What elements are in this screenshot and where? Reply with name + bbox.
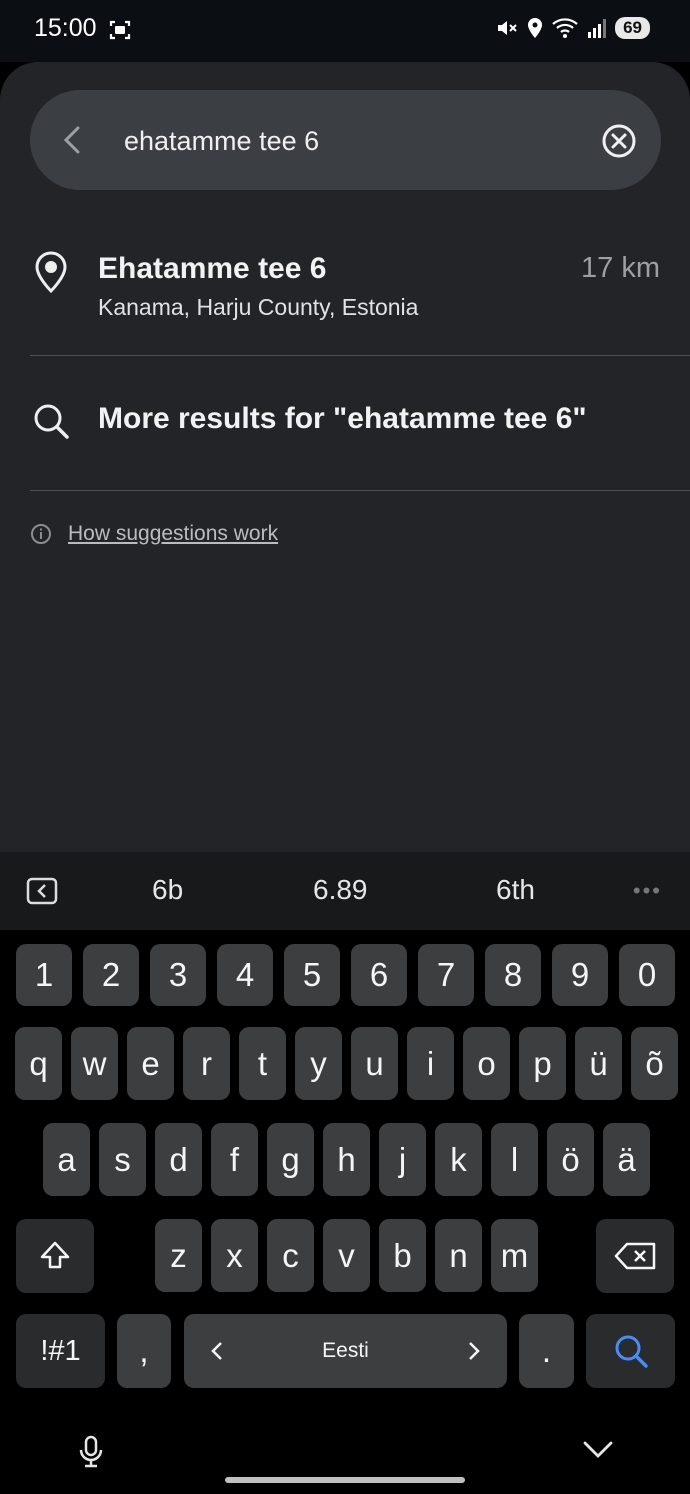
keyboard: 1234567890 qwertyuiopüõ asdfghjklöä zxcv… <box>0 930 690 1494</box>
battery-indicator: 69 <box>615 17 650 39</box>
key-n[interactable]: n <box>435 1219 482 1292</box>
key-s[interactable]: s <box>99 1123 146 1196</box>
home-indicator[interactable] <box>225 1477 465 1483</box>
info-icon <box>31 524 51 544</box>
comma-key[interactable]: , <box>117 1314 171 1388</box>
mute-icon <box>498 21 517 35</box>
how-suggestions-link[interactable]: How suggestions work <box>68 522 278 546</box>
period-key[interactable]: . <box>519 1314 574 1388</box>
key-5[interactable]: 5 <box>284 944 340 1006</box>
result-address: Kanama, Harju County, Estonia <box>98 294 419 320</box>
key-h[interactable]: h <box>323 1123 370 1196</box>
search-input[interactable] <box>122 114 566 168</box>
suggestion-1[interactable]: 6b <box>152 874 183 906</box>
search-bar <box>30 90 661 190</box>
suggestion-2[interactable]: 6.89 <box>313 874 368 906</box>
key-4[interactable]: 4 <box>217 944 273 1006</box>
location-pin-icon <box>35 251 67 294</box>
how-suggestions-work: How suggestions work <box>30 522 278 546</box>
key-2[interactable]: 2 <box>83 944 139 1006</box>
key-o[interactable]: o <box>463 1027 510 1100</box>
key-ö[interactable]: ö <box>547 1123 594 1196</box>
key-3[interactable]: 3 <box>150 944 206 1006</box>
key-l[interactable]: l <box>491 1123 538 1196</box>
key-ü[interactable]: ü <box>575 1027 622 1100</box>
divider <box>30 490 690 491</box>
key-y[interactable]: y <box>295 1027 342 1100</box>
key-1[interactable]: 1 <box>16 944 72 1006</box>
key-c[interactable]: c <box>267 1219 314 1292</box>
keyboard-suggestion-bar: 6b 6.89 6th ••• <box>0 852 690 930</box>
wifi-icon <box>552 18 578 38</box>
key-ä[interactable]: ä <box>603 1123 650 1196</box>
key-0[interactable]: 0 <box>619 944 675 1006</box>
chevron-right-icon <box>469 1342 480 1360</box>
more-results-item[interactable]: More results for "ehatamme tee 6" <box>0 374 690 494</box>
key-7[interactable]: 7 <box>418 944 474 1006</box>
backspace-icon <box>614 1242 656 1270</box>
screenshot-icon <box>109 20 131 40</box>
microphone-icon[interactable] <box>78 1435 104 1469</box>
key-v[interactable]: v <box>323 1219 370 1292</box>
search-key[interactable] <box>586 1314 675 1388</box>
key-w[interactable]: w <box>71 1027 118 1100</box>
key-b[interactable]: b <box>379 1219 426 1292</box>
more-options-icon[interactable]: ••• <box>633 878 662 904</box>
key-f[interactable]: f <box>211 1123 258 1196</box>
backspace-key[interactable] <box>596 1219 674 1293</box>
key-g[interactable]: g <box>267 1123 314 1196</box>
search-sheet: Ehatamme tee 6 Kanama, Harju County, Est… <box>0 62 690 852</box>
key-t[interactable]: t <box>239 1027 286 1100</box>
keyboard-toolbar-back-icon[interactable] <box>26 877 58 905</box>
key-x[interactable]: x <box>211 1219 258 1292</box>
hide-keyboard-icon[interactable] <box>582 1440 614 1460</box>
divider <box>30 355 690 356</box>
key-k[interactable]: k <box>435 1123 482 1196</box>
key-d[interactable]: d <box>155 1123 202 1196</box>
signal-icon <box>588 19 607 38</box>
search-key-icon <box>615 1335 648 1368</box>
chevron-left-icon <box>211 1342 222 1360</box>
key-p[interactable]: p <box>519 1027 566 1100</box>
more-results-label: More results for "ehatamme tee 6" <box>98 402 587 435</box>
result-distance: 17 km <box>581 252 660 284</box>
space-key-label: Eesti <box>322 1339 369 1362</box>
suggestion-3[interactable]: 6th <box>496 874 535 906</box>
key-q[interactable]: q <box>15 1027 62 1100</box>
space-key[interactable]: Eesti <box>184 1314 507 1388</box>
key-9[interactable]: 9 <box>552 944 608 1006</box>
location-icon <box>528 18 543 38</box>
key-j[interactable]: j <box>379 1123 426 1196</box>
search-icon <box>34 404 69 439</box>
key-u[interactable]: u <box>351 1027 398 1100</box>
key-z[interactable]: z <box>155 1219 202 1292</box>
search-result-item[interactable]: Ehatamme tee 6 Kanama, Harju County, Est… <box>0 238 690 356</box>
key-r[interactable]: r <box>183 1027 230 1100</box>
key-e[interactable]: e <box>127 1027 174 1100</box>
shift-icon <box>40 1241 70 1269</box>
status-time: 15:00 <box>34 14 97 42</box>
result-title: Ehatamme tee 6 <box>98 252 327 285</box>
clear-search-icon[interactable] <box>601 123 637 159</box>
key-i[interactable]: i <box>407 1027 454 1100</box>
key-6[interactable]: 6 <box>351 944 407 1006</box>
symbols-key[interactable]: !#1 <box>16 1314 105 1388</box>
status-bar: 15:00 69 <box>0 0 690 62</box>
shift-key[interactable] <box>16 1219 94 1293</box>
key-8[interactable]: 8 <box>485 944 541 1006</box>
key-m[interactable]: m <box>491 1219 538 1292</box>
key-a[interactable]: a <box>43 1123 90 1196</box>
back-arrow-icon[interactable] <box>54 120 94 160</box>
key-õ[interactable]: õ <box>631 1027 678 1100</box>
